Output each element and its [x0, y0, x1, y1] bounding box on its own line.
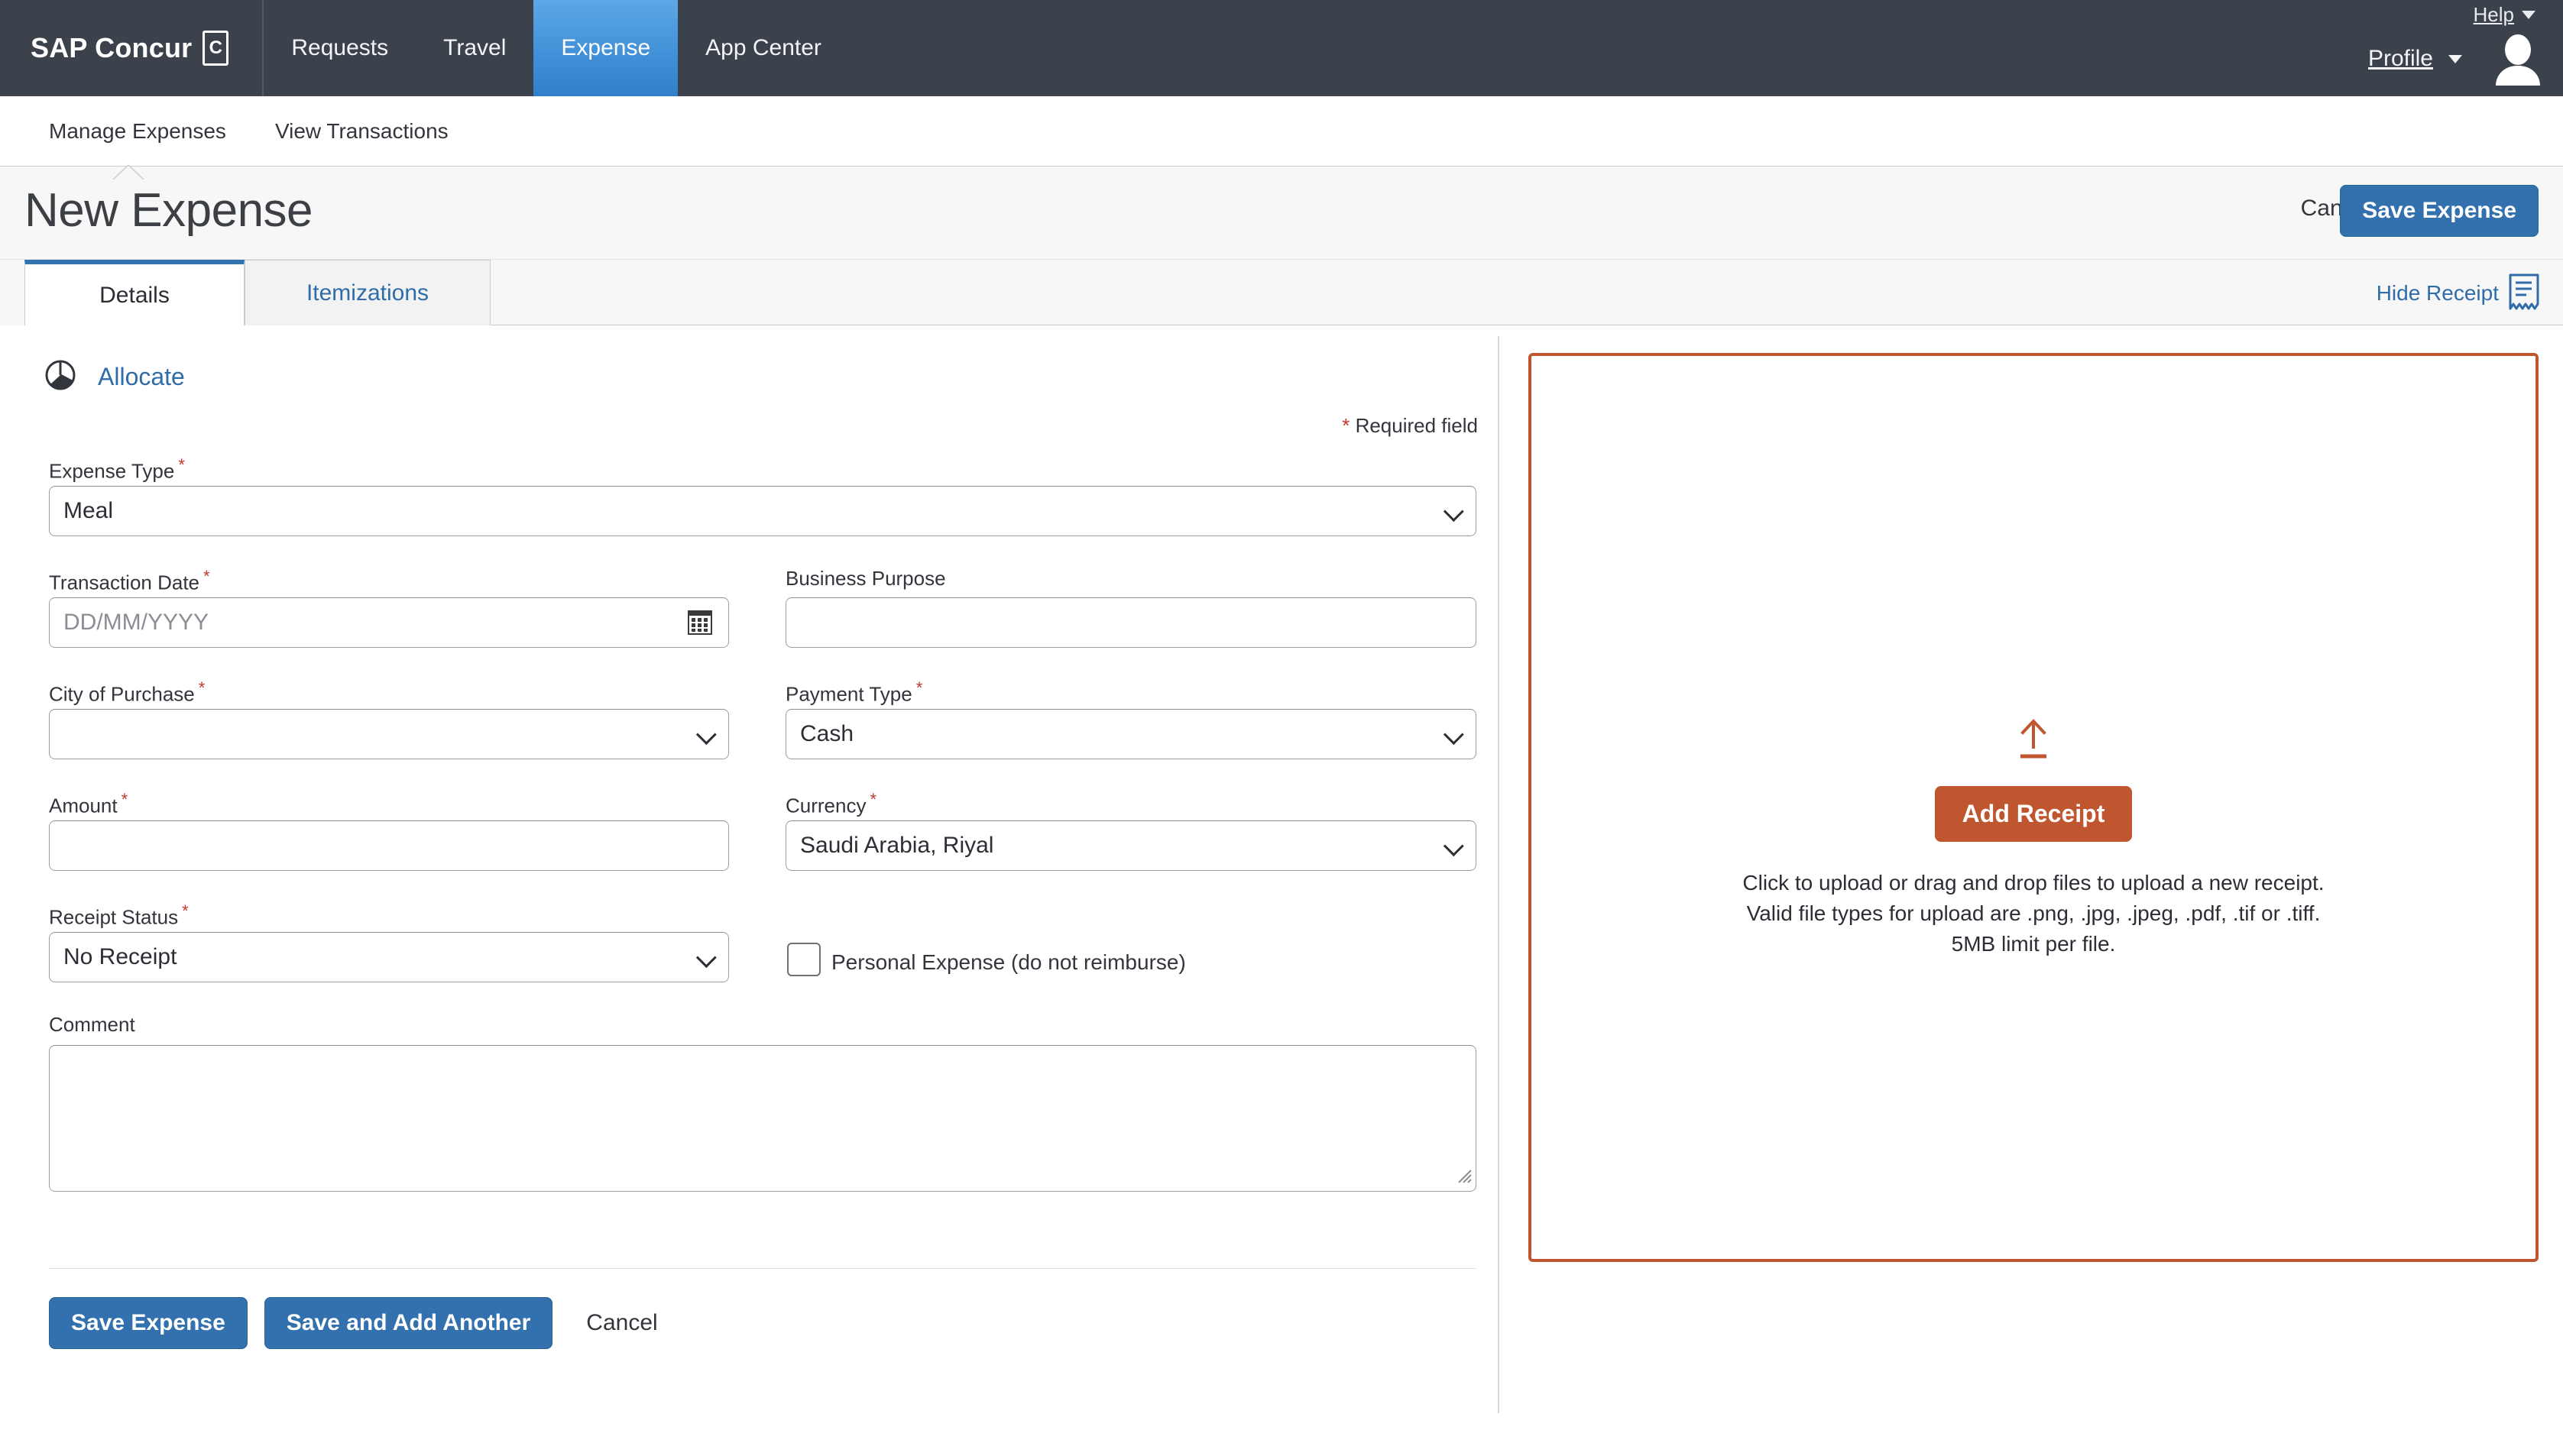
receipt-upload-instructions: Click to upload or drag and drop files t… [1531, 868, 2535, 959]
top-navigation-bar: SAP Concur C Requests Travel Expense App… [0, 0, 2563, 96]
subnav-item-manage-expenses[interactable]: Manage Expenses [49, 119, 226, 144]
expense-type-label: Expense Type * [49, 455, 185, 483]
save-and-add-another-button[interactable]: Save and Add Another [264, 1297, 553, 1349]
receipt-dropzone[interactable]: Add Receipt Click to upload or drag and … [1528, 353, 2539, 1262]
nav-item-app-center[interactable]: App Center [678, 0, 849, 96]
brand-logo[interactable]: SAP Concur C [0, 0, 264, 96]
currency-label: Currency * [786, 790, 877, 817]
panel-divider [1498, 336, 1499, 1413]
receipt-status-label: Receipt Status * [49, 901, 189, 929]
resize-handle[interactable] [1453, 1164, 1473, 1188]
required-asterisk: * [178, 455, 185, 474]
chevron-down-icon [1443, 836, 1464, 857]
comment-textarea[interactable] [49, 1045, 1476, 1192]
chevron-down-icon [1443, 724, 1464, 746]
chevron-down-icon [2522, 11, 2535, 19]
help-menu[interactable]: Help [2474, 3, 2535, 27]
transaction-date-placeholder: DD/MM/YYYY [63, 610, 209, 635]
calendar-icon[interactable] [687, 610, 713, 642]
profile-label: Profile [2367, 46, 2433, 71]
sub-navigation-bar: Manage Expenses View Transactions [0, 96, 2563, 167]
nav-item-expense[interactable]: Expense [533, 0, 679, 96]
cancel-button[interactable]: Cancel [586, 1310, 657, 1336]
header-save-expense-button[interactable]: Save Expense [2340, 185, 2539, 237]
upload-instructions-line-2: Valid file types for upload are .png, .j… [1746, 901, 2321, 925]
subnav-item-view-transactions[interactable]: View Transactions [275, 119, 449, 144]
upload-instructions-line-1: Click to upload or drag and drop files t… [1742, 871, 2325, 895]
expense-type-value: Meal [63, 498, 114, 523]
hide-receipt-button[interactable]: Hide Receipt [2377, 281, 2499, 306]
payment-type-value: Cash [800, 721, 854, 746]
active-subnav-pointer [113, 166, 144, 180]
upload-instructions-line-3: 5MB limit per file. [1951, 931, 2116, 956]
save-expense-button[interactable]: Save Expense [49, 1297, 248, 1349]
nav-item-requests[interactable]: Requests [264, 0, 416, 96]
required-field-label: Required field [1355, 414, 1478, 437]
tab-bar: Details Itemizations [0, 260, 2563, 327]
allocate-link[interactable]: Allocate [98, 363, 185, 391]
help-label: Help [2473, 3, 2514, 26]
allocate-row[interactable]: Allocate [44, 359, 185, 395]
tab-itemizations[interactable]: Itemizations [245, 260, 491, 325]
payment-type-label: Payment Type * [786, 678, 923, 706]
required-asterisk: * [203, 567, 210, 586]
page-header: New Expense Cancel Save Expense [0, 167, 2563, 260]
business-purpose-input[interactable] [786, 597, 1476, 648]
add-receipt-button[interactable]: Add Receipt [1934, 786, 2133, 842]
payment-type-select[interactable]: Cash [786, 709, 1476, 759]
amount-label: Amount * [49, 790, 128, 817]
city-of-purchase-select[interactable] [49, 709, 729, 759]
chevron-down-icon [695, 947, 717, 969]
comment-label: Comment [49, 1013, 135, 1036]
required-asterisk: * [915, 678, 923, 697]
receipt-status-select[interactable]: No Receipt [49, 932, 729, 982]
chevron-down-icon [695, 724, 717, 746]
bottom-action-bar: Save Expense Save and Add Another Cancel [49, 1297, 658, 1349]
tab-details[interactable]: Details [24, 260, 245, 327]
transaction-date-input[interactable]: DD/MM/YYYY [49, 597, 729, 648]
personal-expense-checkbox[interactable] [787, 943, 821, 976]
concur-logo-icon: C [203, 31, 229, 66]
upload-arrow-icon [2017, 719, 2050, 767]
brand-name: SAP Concur [31, 32, 193, 63]
required-asterisk: * [870, 790, 877, 809]
page-title: New Expense [24, 184, 313, 237]
currency-value: Saudi Arabia, Riyal [800, 833, 994, 858]
required-asterisk: * [182, 901, 189, 921]
business-purpose-label: Business Purpose [786, 567, 946, 590]
personal-expense-label[interactable]: Personal Expense (do not reimburse) [831, 950, 1186, 975]
nav-item-travel[interactable]: Travel [416, 0, 533, 96]
required-asterisk: * [198, 678, 206, 697]
profile-menu[interactable]: Profile [2368, 46, 2462, 72]
receipt-dropzone-content: Add Receipt Click to upload or drag and … [1531, 715, 2535, 959]
receipt-status-value: No Receipt [63, 944, 177, 969]
expense-type-select[interactable]: Meal [49, 486, 1476, 536]
nav-right-cluster: Help Profile [2234, 0, 2563, 96]
transaction-date-label: Transaction Date * [49, 567, 210, 594]
pie-chart-icon [44, 359, 76, 395]
city-of-purchase-label: City of Purchase * [49, 678, 206, 706]
currency-select[interactable]: Saudi Arabia, Riyal [786, 820, 1476, 871]
required-asterisk: * [121, 790, 128, 809]
required-field-note: * Required field [1342, 414, 1478, 438]
bottom-divider [49, 1268, 1476, 1269]
receipt-icon[interactable] [2508, 273, 2540, 315]
required-asterisk: * [1342, 414, 1350, 437]
chevron-down-icon [2448, 54, 2462, 63]
chevron-down-icon [1443, 501, 1464, 523]
avatar[interactable] [2491, 32, 2545, 86]
amount-input[interactable] [49, 820, 729, 871]
